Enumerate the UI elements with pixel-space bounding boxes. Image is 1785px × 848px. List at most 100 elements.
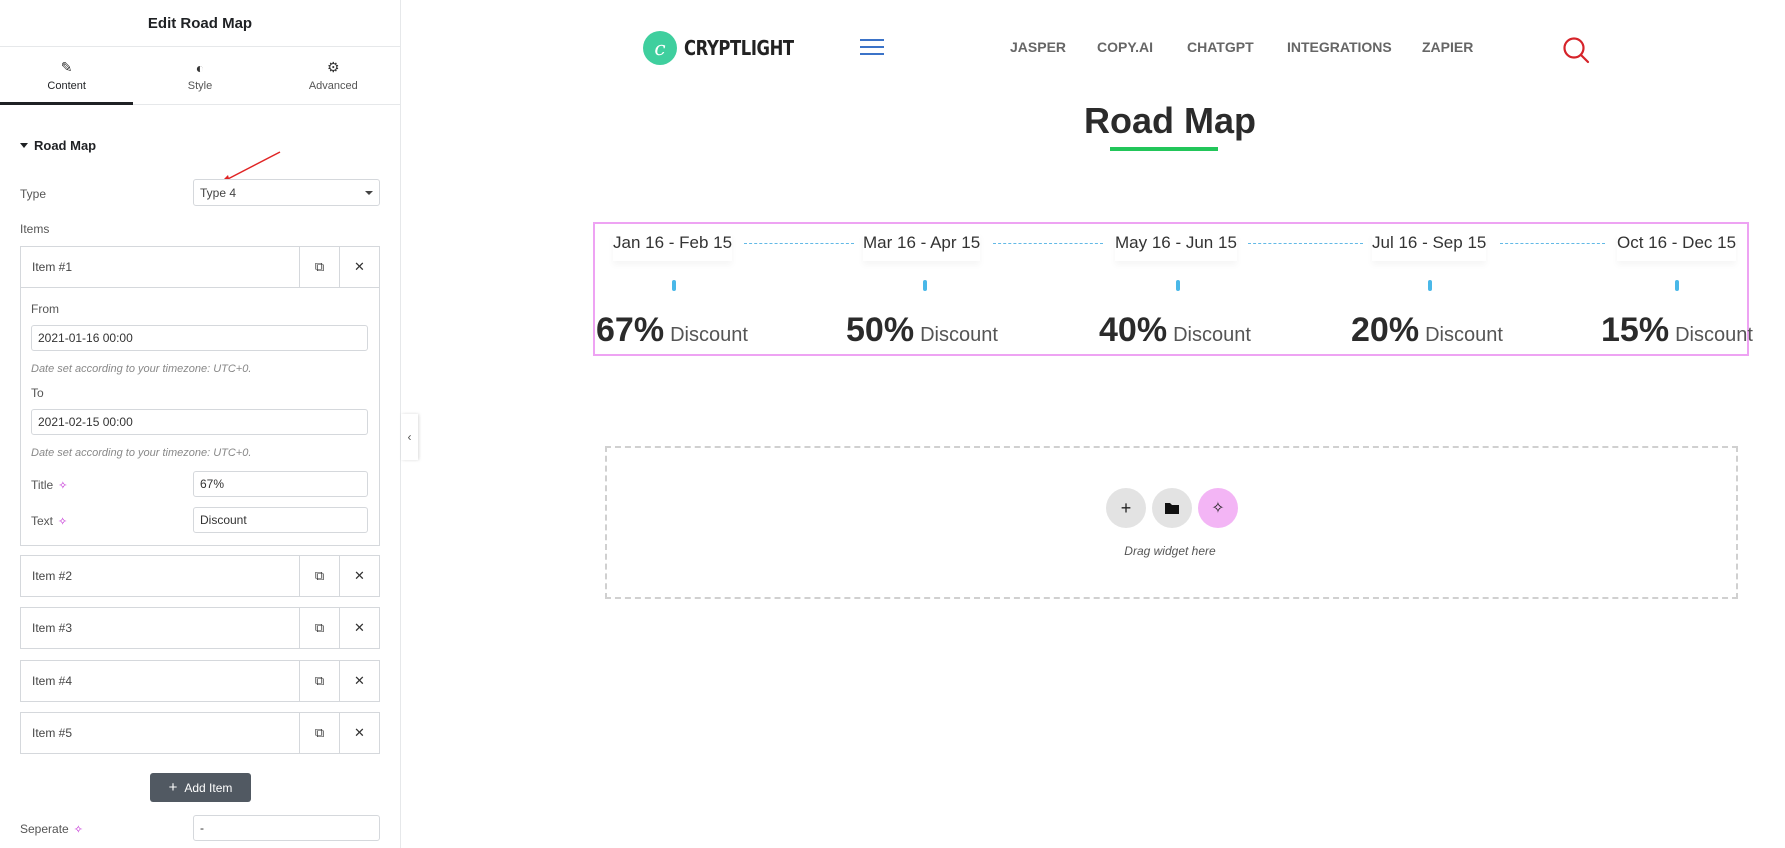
close-icon[interactable]: ✕ — [339, 556, 379, 596]
type-select[interactable]: Type 4 — [193, 179, 380, 206]
plus-icon: + — [1120, 497, 1132, 518]
roadmap-text: Discount — [920, 324, 998, 346]
text-label-text: Text — [31, 514, 54, 528]
nav-link-jasper[interactable]: JASPER — [1010, 39, 1066, 55]
logo-mark: c — [643, 31, 677, 65]
roadmap-value: 50% Discount — [846, 311, 998, 350]
roadmap-date: Jul 16 - Sep 15 — [1372, 233, 1487, 261]
title-label: Title ✧ — [31, 478, 67, 492]
repeater-item-3[interactable]: Item #3 ⧉ ✕ — [20, 607, 380, 649]
search-icon[interactable] — [1562, 37, 1590, 65]
timeline-tick — [1428, 280, 1432, 291]
timeline-tick — [672, 280, 676, 291]
tab-content[interactable]: ✎ Content — [0, 47, 134, 105]
title-label-text: Title — [31, 478, 54, 492]
editor-panel: Edit Road Map ✎ Content ◐ Style ⚙ Advanc… — [0, 0, 401, 848]
heading-underline — [1110, 147, 1218, 151]
timeline-connector — [1248, 243, 1363, 244]
tab-label: Content — [47, 80, 86, 92]
close-icon[interactable]: ✕ — [339, 608, 379, 648]
nav-link-zapier[interactable]: ZAPIER — [1422, 39, 1473, 55]
plus-icon: + — [168, 779, 178, 796]
template-library-button[interactable] — [1152, 488, 1192, 528]
timeline-tick — [923, 280, 927, 291]
type-label: Type — [20, 187, 47, 201]
site-logo[interactable]: c CRYPTLIGHT — [643, 31, 818, 65]
chevron-down-icon — [365, 191, 373, 195]
separate-input[interactable]: - — [193, 815, 380, 841]
item-label: Item #4 — [32, 674, 73, 688]
roadmap-date: May 16 - Jun 15 — [1115, 233, 1237, 261]
close-icon[interactable]: ✕ — [339, 661, 379, 701]
tab-label: Style — [187, 79, 213, 92]
tab-advanced[interactable]: ⚙ Advanced — [267, 47, 400, 104]
close-icon[interactable]: ✕ — [339, 713, 379, 753]
duplicate-icon[interactable]: ⧉ — [299, 608, 339, 648]
roadmap-date: Jan 16 - Feb 15 — [613, 233, 733, 261]
repeater-item-1[interactable]: Item #1 ⧉ ✕ — [20, 246, 380, 288]
close-icon[interactable]: ✕ — [339, 247, 379, 287]
repeater-item-4[interactable]: Item #4 ⧉ ✕ — [20, 660, 380, 702]
text-input[interactable]: Discount — [193, 507, 368, 533]
separate-label: Seperate ✧ — [20, 822, 83, 836]
to-label: To — [31, 386, 44, 400]
timeline-tick — [1675, 280, 1679, 291]
item-label: Item #1 — [32, 260, 73, 274]
title-input[interactable]: 67% — [193, 471, 368, 497]
logo-text: CRYPTLIGHT — [684, 36, 794, 60]
drop-zone-text: Drag widget here — [1124, 544, 1216, 558]
roadmap-value: 20% Discount — [1351, 311, 1503, 350]
gear-icon: ⚙ — [327, 59, 340, 75]
roadmap-heading: Road Map — [1083, 100, 1256, 141]
roadmap-value: 40% Discount — [1099, 311, 1251, 350]
collapse-panel-button[interactable]: ‹ — [401, 414, 418, 460]
duplicate-icon[interactable]: ⧉ — [299, 661, 339, 701]
add-item-button[interactable]: + Add Item — [150, 773, 251, 802]
repeater-item-2[interactable]: Item #2 ⧉ ✕ — [20, 555, 380, 597]
to-date-input[interactable]: 2021-02-15 00:00 — [31, 409, 368, 435]
timeline-connector — [1500, 243, 1605, 244]
ai-sparkle-icon[interactable]: ✧ — [74, 824, 83, 836]
roadmap-text: Discount — [670, 324, 748, 346]
pencil-icon: ✎ — [60, 59, 73, 75]
section-toggle-road-map[interactable]: Road Map — [20, 138, 96, 153]
timeline-tick — [1176, 280, 1180, 291]
from-timezone-note: Date set according to your timezone: UTC… — [31, 363, 252, 375]
timeline-connector — [993, 243, 1103, 244]
roadmap-percent: 67% — [596, 311, 665, 349]
nav-link-chatgpt[interactable]: CHATGPT — [1187, 39, 1254, 55]
ai-generate-button[interactable]: ✧ — [1198, 488, 1238, 528]
duplicate-icon[interactable]: ⧉ — [299, 556, 339, 596]
hamburger-menu-icon[interactable] — [860, 39, 884, 60]
roadmap-text: Discount — [1675, 324, 1753, 346]
roadmap-value: 67% Discount — [596, 311, 748, 350]
repeater-item-5[interactable]: Item #5 ⧉ ✕ — [20, 712, 380, 754]
text-label: Text ✧ — [31, 514, 67, 528]
type-select-value: Type 4 — [200, 186, 237, 200]
section-title: Road Map — [34, 138, 97, 153]
roadmap-date: Mar 16 - Apr 15 — [863, 233, 981, 261]
add-section-button[interactable]: + — [1106, 488, 1146, 528]
item-label: Item #2 — [32, 569, 73, 583]
roadmap-percent: 40% — [1099, 311, 1168, 349]
contrast-icon: ◐ — [195, 59, 205, 76]
from-label: From — [31, 302, 59, 316]
tab-style[interactable]: ◐ Style — [133, 47, 266, 104]
tab-label: Advanced — [308, 80, 358, 92]
from-date-input[interactable]: 2021-01-16 00:00 — [31, 325, 368, 351]
ai-sparkle-icon[interactable]: ✧ — [58, 480, 67, 492]
duplicate-icon[interactable]: ⧉ — [299, 247, 339, 287]
ai-sparkle-icon: ✧ — [1211, 500, 1225, 517]
roadmap-date: Oct 16 - Dec 15 — [1617, 233, 1737, 261]
roadmap-percent: 15% — [1601, 311, 1670, 349]
duplicate-icon[interactable]: ⧉ — [299, 713, 339, 753]
panel-tabs: ✎ Content ◐ Style ⚙ Advanced — [0, 47, 400, 105]
folder-icon — [1165, 503, 1179, 514]
timeline-connector — [744, 243, 854, 244]
separate-label-text: Seperate — [20, 822, 69, 836]
roadmap-percent: 20% — [1351, 311, 1420, 349]
nav-link-copyai[interactable]: COPY.AI — [1097, 39, 1153, 55]
nav-link-integrations[interactable]: INTEGRATIONS — [1287, 39, 1392, 55]
ai-sparkle-icon[interactable]: ✧ — [58, 516, 67, 528]
to-timezone-note: Date set according to your timezone: UTC… — [31, 447, 252, 459]
